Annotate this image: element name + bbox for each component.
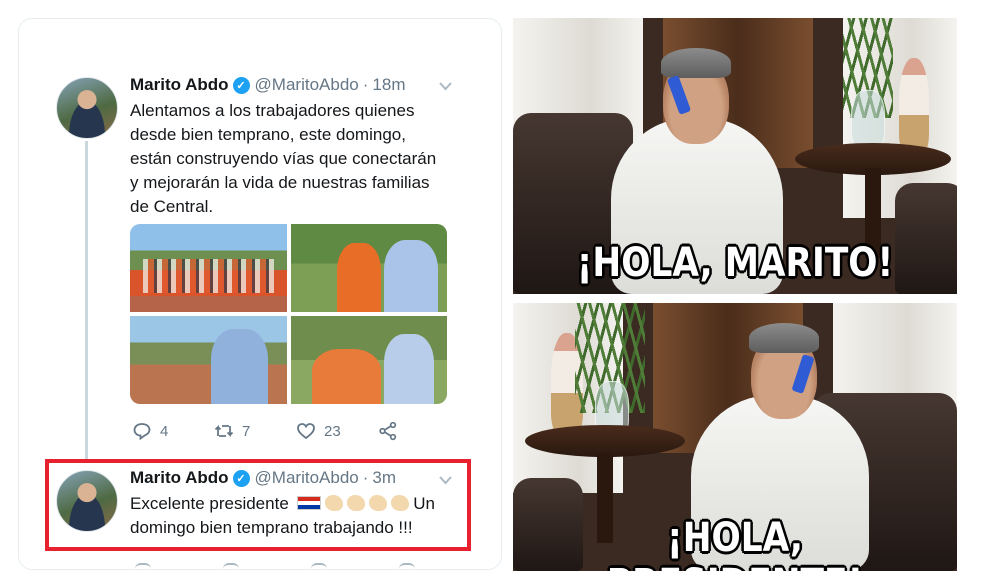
meme-caption-top: ¡HOLA, MARITO! bbox=[576, 240, 894, 286]
reply-header: Marito Abdo ✓ @MaritoAbdo · 3m bbox=[130, 468, 396, 488]
media-photo-handshake[interactable] bbox=[290, 224, 447, 312]
reply-text-start: Excelente presidente bbox=[130, 494, 289, 513]
meme-caption-bottom: ¡HOLA, PRESIDENTE! bbox=[607, 515, 863, 571]
share-button[interactable] bbox=[378, 421, 398, 441]
reply-text: Excelente presidente Un domingo bien tem… bbox=[130, 492, 460, 540]
reply-timestamp[interactable]: 3m bbox=[372, 468, 396, 488]
verified-badge-icon: ✓ bbox=[232, 469, 250, 487]
tweet-text-line: desde bien temprano, este domingo, bbox=[130, 125, 406, 144]
reply-text-end: Un bbox=[413, 494, 435, 513]
author-handle[interactable]: @MaritoAbdo bbox=[255, 75, 359, 95]
separator: · bbox=[362, 468, 369, 487]
man-hair bbox=[749, 323, 819, 353]
retweet-button[interactable]: 7 bbox=[214, 421, 250, 441]
reply-count: 4 bbox=[160, 422, 169, 440]
media-photo-workers-greeting[interactable] bbox=[290, 316, 447, 404]
like-count: 23 bbox=[324, 422, 341, 440]
share-icon bbox=[379, 421, 397, 441]
clap-icon bbox=[346, 495, 365, 511]
retweet-count: 7 bbox=[242, 422, 251, 440]
clap-icon bbox=[368, 495, 387, 511]
tweet-text-line: están construyendo vías que conectarán bbox=[130, 149, 437, 168]
virgin-statue bbox=[899, 58, 929, 153]
like-button[interactable]: 23 bbox=[296, 421, 341, 441]
retweet-icon bbox=[214, 424, 234, 438]
author-name[interactable]: Marito Abdo bbox=[130, 75, 229, 95]
reply-button[interactable]: 4 bbox=[132, 421, 168, 441]
heart-icon bbox=[311, 563, 327, 569]
reply-text-line: domingo bien temprano trabajando !!! bbox=[130, 518, 413, 537]
verified-badge-icon: ✓ bbox=[232, 76, 250, 94]
author-avatar[interactable] bbox=[56, 77, 118, 139]
tweet-text-line: de Central. bbox=[130, 197, 214, 216]
reply-author-avatar[interactable] bbox=[56, 470, 118, 532]
heart-icon bbox=[297, 423, 315, 440]
reply-author-handle[interactable]: @MaritoAbdo bbox=[255, 468, 359, 488]
man-hair bbox=[661, 48, 731, 78]
clap-icon bbox=[390, 495, 409, 511]
chevron-down-icon[interactable] bbox=[439, 79, 452, 94]
thread-line bbox=[85, 141, 88, 471]
reply-text-line: Excelente presidente Un bbox=[130, 492, 460, 516]
retweet-icon bbox=[223, 563, 239, 569]
separator: · bbox=[362, 75, 369, 94]
next-tweet-actions-partial bbox=[135, 563, 415, 569]
tweet-text: Alentamos a los trabajadores quienes des… bbox=[130, 99, 470, 219]
tweet-screenshot: Marito Abdo ✓ @MaritoAbdo · 18m Alentamo… bbox=[18, 18, 502, 570]
glass-vase bbox=[851, 90, 885, 150]
tweet-text-line: y mejorarán la vida de nuestras familias bbox=[130, 173, 430, 192]
chevron-down-icon[interactable] bbox=[439, 473, 452, 488]
paraguay-flag-icon bbox=[296, 496, 321, 510]
meme-photo-bottom: ¡HOLA, PRESIDENTE! bbox=[513, 303, 957, 571]
clap-icon bbox=[324, 495, 343, 511]
tweet-media-grid bbox=[130, 224, 447, 404]
share-icon bbox=[399, 563, 415, 569]
media-photo-crowd[interactable] bbox=[130, 316, 287, 404]
reply-author-name[interactable]: Marito Abdo bbox=[130, 468, 229, 488]
reply-icon bbox=[133, 423, 151, 441]
tweet-timestamp[interactable]: 18m bbox=[372, 75, 405, 95]
tweet-actions: 4 7 23 bbox=[132, 421, 422, 445]
tweet-text-line: Alentamos a los trabajadores quienes bbox=[130, 101, 415, 120]
media-photo-workers[interactable] bbox=[130, 224, 287, 312]
meme-photo-top: ¡HOLA, MARITO! bbox=[513, 18, 957, 294]
tweet-header: Marito Abdo ✓ @MaritoAbdo · 18m bbox=[130, 75, 405, 95]
reply-icon bbox=[135, 563, 151, 569]
